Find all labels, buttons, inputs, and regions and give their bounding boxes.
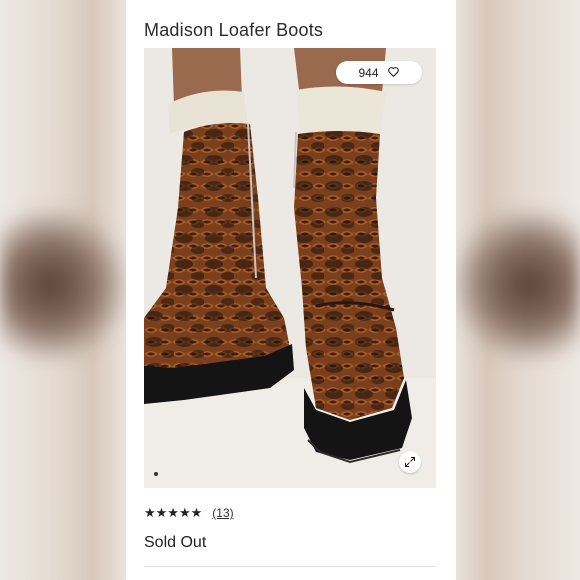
star-rating: ★★★★★ xyxy=(144,505,203,520)
like-button[interactable]: 944 xyxy=(336,61,422,84)
heart-icon xyxy=(387,65,400,81)
expand-button[interactable] xyxy=(399,451,421,473)
like-count: 944 xyxy=(358,65,379,80)
product-image[interactable]: 944 xyxy=(144,48,436,488)
stock-status: Sold Out xyxy=(144,534,207,551)
product-card: Madison Loafer Boots 944 ★★★★★ (13) Sold… xyxy=(126,0,456,580)
carousel-dot[interactable] xyxy=(154,472,158,476)
rating-row: ★★★★★ (13) xyxy=(144,505,234,521)
product-title: Madison Loafer Boots xyxy=(144,20,324,40)
boots-illustration xyxy=(144,48,436,488)
review-count-link[interactable]: (13) xyxy=(212,506,233,520)
divider xyxy=(144,566,436,567)
expand-icon xyxy=(404,453,416,472)
